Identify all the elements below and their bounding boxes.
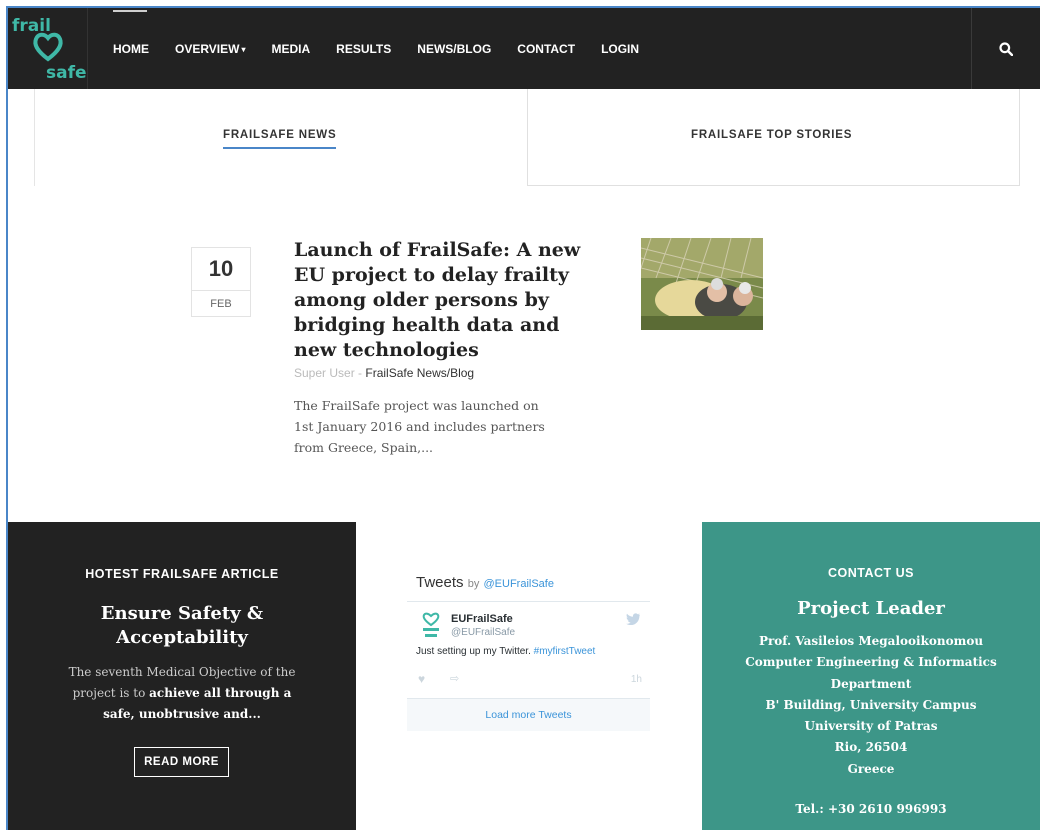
article-author: Super User: [294, 366, 355, 380]
tab-frailsafe-top-stories[interactable]: FRAILSAFE TOP STORIES: [527, 89, 1020, 186]
main-menu: HOME OVERVIEW ▾ MEDIA RESULTS NEWS/BLOG C…: [113, 8, 665, 89]
read-more-button[interactable]: READ MORE: [134, 747, 229, 777]
tweets-heading: Tweets: [416, 574, 464, 591]
tweet-author-name[interactable]: EUFrailSafe: [451, 613, 513, 625]
article-thumbnail-image[interactable]: [641, 238, 763, 330]
nav-item-media[interactable]: MEDIA: [271, 42, 310, 56]
contact-line: Prof. Vasileios Megalooikonomou: [758, 634, 984, 648]
article-date-day: 10: [192, 248, 250, 291]
article-title-link[interactable]: Launch of FrailSafe: A new EU project to…: [294, 238, 584, 363]
hotest-article-title[interactable]: Ensure Safety & Acceptability: [8, 602, 356, 650]
elderly-couple-hammock-photo: [641, 238, 763, 330]
twitter-bird-icon[interactable]: [626, 613, 640, 625]
tweet-text: Just setting up my Twitter. #myfirstTwee…: [416, 646, 595, 657]
tweet-avatar[interactable]: [421, 612, 441, 642]
article-meta: Super User - FrailSafe News/Blog: [294, 366, 474, 380]
contact-line: Department: [830, 676, 912, 691]
nav-item-overview-label: OVERVIEW: [175, 41, 240, 56]
contact-line: Rio, 26504: [834, 740, 908, 755]
twitter-timeline-header: Tweets by @EUFrailSafe: [416, 574, 554, 591]
load-more-tweets-button[interactable]: Load more Tweets: [407, 698, 650, 731]
contact-telephone: Tel.: +30 2610 996993: [795, 802, 947, 816]
top-navbar: frail safe HOME OVERVIEW ▾ MEDIA RESULTS …: [8, 8, 1040, 89]
frailsafe-avatar-icon: [422, 612, 440, 637]
frailsafe-logo[interactable]: frail safe: [8, 8, 88, 89]
contact-line: Computer Engineering & Informatics: [745, 655, 997, 670]
article-category-link[interactable]: FrailSafe News/Blog: [365, 366, 474, 380]
article-date-badge: 10 FEB: [191, 247, 251, 317]
tweet-author-handle[interactable]: @EUFrailSafe: [451, 627, 515, 638]
like-heart-icon[interactable]: ♥: [418, 672, 425, 686]
nav-item-login[interactable]: LOGIN: [601, 42, 639, 56]
tweet-text-body: Just setting up my Twitter.: [416, 646, 531, 657]
tab-frailsafe-top-stories-label: FRAILSAFE TOP STORIES: [691, 129, 853, 141]
tweet-card: EUFrailSafe @EUFrailSafe Just setting up…: [407, 601, 650, 731]
project-leader-title: Project Leader: [797, 598, 945, 619]
contact-line: Greece: [847, 761, 895, 776]
nav-item-contact[interactable]: CONTACT: [517, 42, 575, 56]
contact-line: University of Patras: [804, 719, 938, 734]
nav-item-news-blog[interactable]: NEWS/BLOG: [417, 42, 491, 56]
tweet-timestamp[interactable]: 1h: [631, 674, 642, 685]
hotest-article-panel: HOTEST FRAILSAFE ARTICLE Ensure Safety &…: [8, 522, 356, 830]
heart-logo-icon: [33, 32, 63, 62]
logo-text-bottom: safe: [46, 63, 87, 83]
hotest-article-text: The seventh Medical Objective of the pro…: [58, 662, 306, 725]
nav-item-overview[interactable]: OVERVIEW ▾: [175, 42, 245, 56]
tweet-hashtag-link[interactable]: #myfirstTweet: [534, 646, 596, 657]
tweets-handle-link[interactable]: @EUFrailSafe: [484, 578, 554, 590]
search-button[interactable]: [971, 8, 1040, 89]
article-meta-separator: -: [354, 366, 366, 380]
article-intro-text: The FrailSafe project was launched on 1s…: [294, 398, 545, 455]
contact-line: B' Building, University Campus: [765, 697, 977, 712]
caret-down-icon: ▾: [241, 44, 246, 54]
article-date-month: FEB: [210, 298, 232, 310]
contact-us-heading: CONTACT US: [827, 566, 914, 580]
share-icon[interactable]: ⇨: [450, 672, 459, 685]
tab-frailsafe-news[interactable]: FRAILSAFE NEWS: [34, 89, 528, 186]
nav-item-home[interactable]: HOME: [113, 42, 149, 56]
contact-address: Prof. Vasileios Megalooikonomou Computer…: [702, 631, 1040, 780]
hotest-article-heading: HOTEST FRAILSAFE ARTICLE: [85, 567, 279, 581]
contact-us-panel: CONTACT US Project Leader Prof. Vasileio…: [702, 522, 1040, 830]
tweets-by-label: by: [467, 578, 480, 590]
search-icon: [999, 41, 1013, 56]
nav-item-results[interactable]: RESULTS: [336, 42, 391, 56]
tab-frailsafe-news-label: FRAILSAFE NEWS: [223, 129, 337, 149]
